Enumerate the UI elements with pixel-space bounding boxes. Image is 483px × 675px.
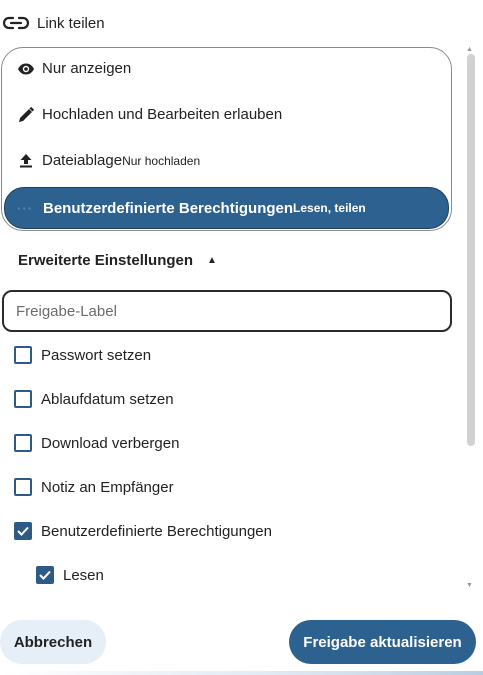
option-custom-permissions[interactable]: ··· Benutzerdefinierte Berechtigungen Les… (4, 187, 449, 229)
checkbox-read[interactable]: Lesen (36, 566, 104, 584)
checkmark-icon (39, 570, 51, 580)
checkbox-label: Passwort setzen (41, 346, 152, 364)
advanced-settings-toggle[interactable]: Erweiterte Einstellungen ▲ (18, 252, 217, 269)
checkbox-set-password[interactable]: Passwort setzen (14, 346, 151, 364)
checkbox-label: Benutzerdefinierte Berechtigungen (41, 522, 272, 540)
checkbox-hide-download[interactable]: Download verbergen (14, 434, 179, 452)
update-share-button[interactable]: Freigabe aktualisieren (289, 620, 476, 664)
option-label: Nur anzeigen (42, 60, 132, 77)
pencil-icon (16, 106, 36, 123)
upload-icon (16, 153, 36, 168)
option-label: Hochladen und Bearbeiten erlauben (42, 106, 283, 123)
checkbox-label: Lesen (63, 566, 104, 584)
option-sublabel: Nur hochladen (122, 153, 201, 168)
eye-icon (16, 63, 36, 75)
window-bottom-edge (0, 671, 483, 675)
dots-icon: ··· (17, 200, 33, 216)
option-file-drop[interactable]: Dateiablage Nur hochladen (16, 152, 200, 169)
scroll-down-arrow-icon[interactable]: ▼ (466, 582, 473, 589)
scroll-up-arrow-icon[interactable]: ▲ (466, 46, 473, 53)
checkbox-box[interactable] (14, 346, 32, 364)
option-label: Benutzerdefinierte Berechtigungen (43, 199, 294, 217)
checkbox-label: Download verbergen (41, 434, 180, 452)
checkbox-box[interactable] (36, 566, 54, 584)
option-sublabel: Lesen, teilen (293, 201, 366, 215)
checkbox-custom-permissions[interactable]: Benutzerdefinierte Berechtigungen (14, 522, 272, 540)
checkbox-box[interactable] (14, 390, 32, 408)
option-label: Dateiablage (42, 152, 123, 169)
checkmark-icon (17, 526, 29, 536)
advanced-settings-title: Erweiterte Einstellungen (18, 252, 194, 269)
permission-menu: Nur anzeigen Hochladen und Bearbeiten er… (1, 47, 452, 231)
share-label-input[interactable] (2, 290, 452, 332)
checkbox-set-expiry[interactable]: Ablaufdatum setzen (14, 390, 174, 408)
link-icon (3, 16, 29, 30)
cancel-button[interactable]: Abbrechen (0, 620, 106, 664)
checkbox-box[interactable] (14, 478, 32, 496)
share-link-title: Link teilen (37, 14, 105, 32)
share-link-header: Link teilen (3, 12, 105, 34)
caret-up-icon: ▲ (207, 255, 217, 266)
checkbox-box[interactable] (14, 434, 32, 452)
scrollbar-thumb[interactable] (467, 54, 475, 446)
checkbox-label: Notiz an Empfänger (41, 478, 174, 496)
option-upload-edit[interactable]: Hochladen und Bearbeiten erlauben (16, 106, 282, 123)
option-view-only[interactable]: Nur anzeigen (16, 60, 131, 77)
checkbox-note-recipient[interactable]: Notiz an Empfänger (14, 478, 174, 496)
checkbox-label: Ablaufdatum setzen (41, 390, 174, 408)
checkbox-box[interactable] (14, 522, 32, 540)
